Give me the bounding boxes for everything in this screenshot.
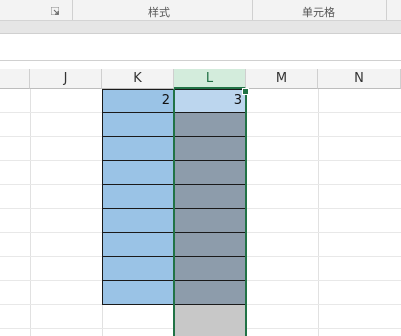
column-header-n[interactable]: N [318, 69, 401, 89]
cell-k[interactable] [102, 136, 174, 161]
styles-group-label: 样式 [148, 6, 170, 19]
ribbon-separator [72, 0, 73, 20]
gridline [318, 89, 319, 336]
dialog-launcher-icon[interactable] [51, 7, 59, 15]
gridline [30, 89, 31, 336]
ribbon-separator [386, 0, 387, 20]
cell-k-first[interactable]: 2 [102, 89, 174, 113]
cell-k[interactable] [102, 232, 174, 257]
cell-k[interactable] [102, 280, 174, 305]
column-selection-frame [173, 89, 247, 336]
cell-k[interactable] [102, 256, 174, 281]
ribbon-bottom-band [0, 21, 401, 34]
fill-handle[interactable] [242, 88, 249, 95]
column-header-prev[interactable] [0, 69, 30, 89]
column-header-j[interactable]: J [30, 69, 102, 89]
column-header-k[interactable]: K [102, 69, 174, 89]
cell-k[interactable] [102, 208, 174, 233]
ribbon-separator [252, 0, 253, 20]
cells-group-label: 单元格 [302, 6, 335, 19]
column-header-m[interactable]: M [246, 69, 318, 89]
formula-bar[interactable] [0, 34, 401, 61]
column-header-l[interactable]: L [174, 69, 246, 89]
cell-k[interactable] [102, 160, 174, 185]
ribbon: 样式 单元格 [0, 0, 401, 21]
cell-k[interactable] [102, 112, 174, 137]
cell-k[interactable] [102, 184, 174, 209]
